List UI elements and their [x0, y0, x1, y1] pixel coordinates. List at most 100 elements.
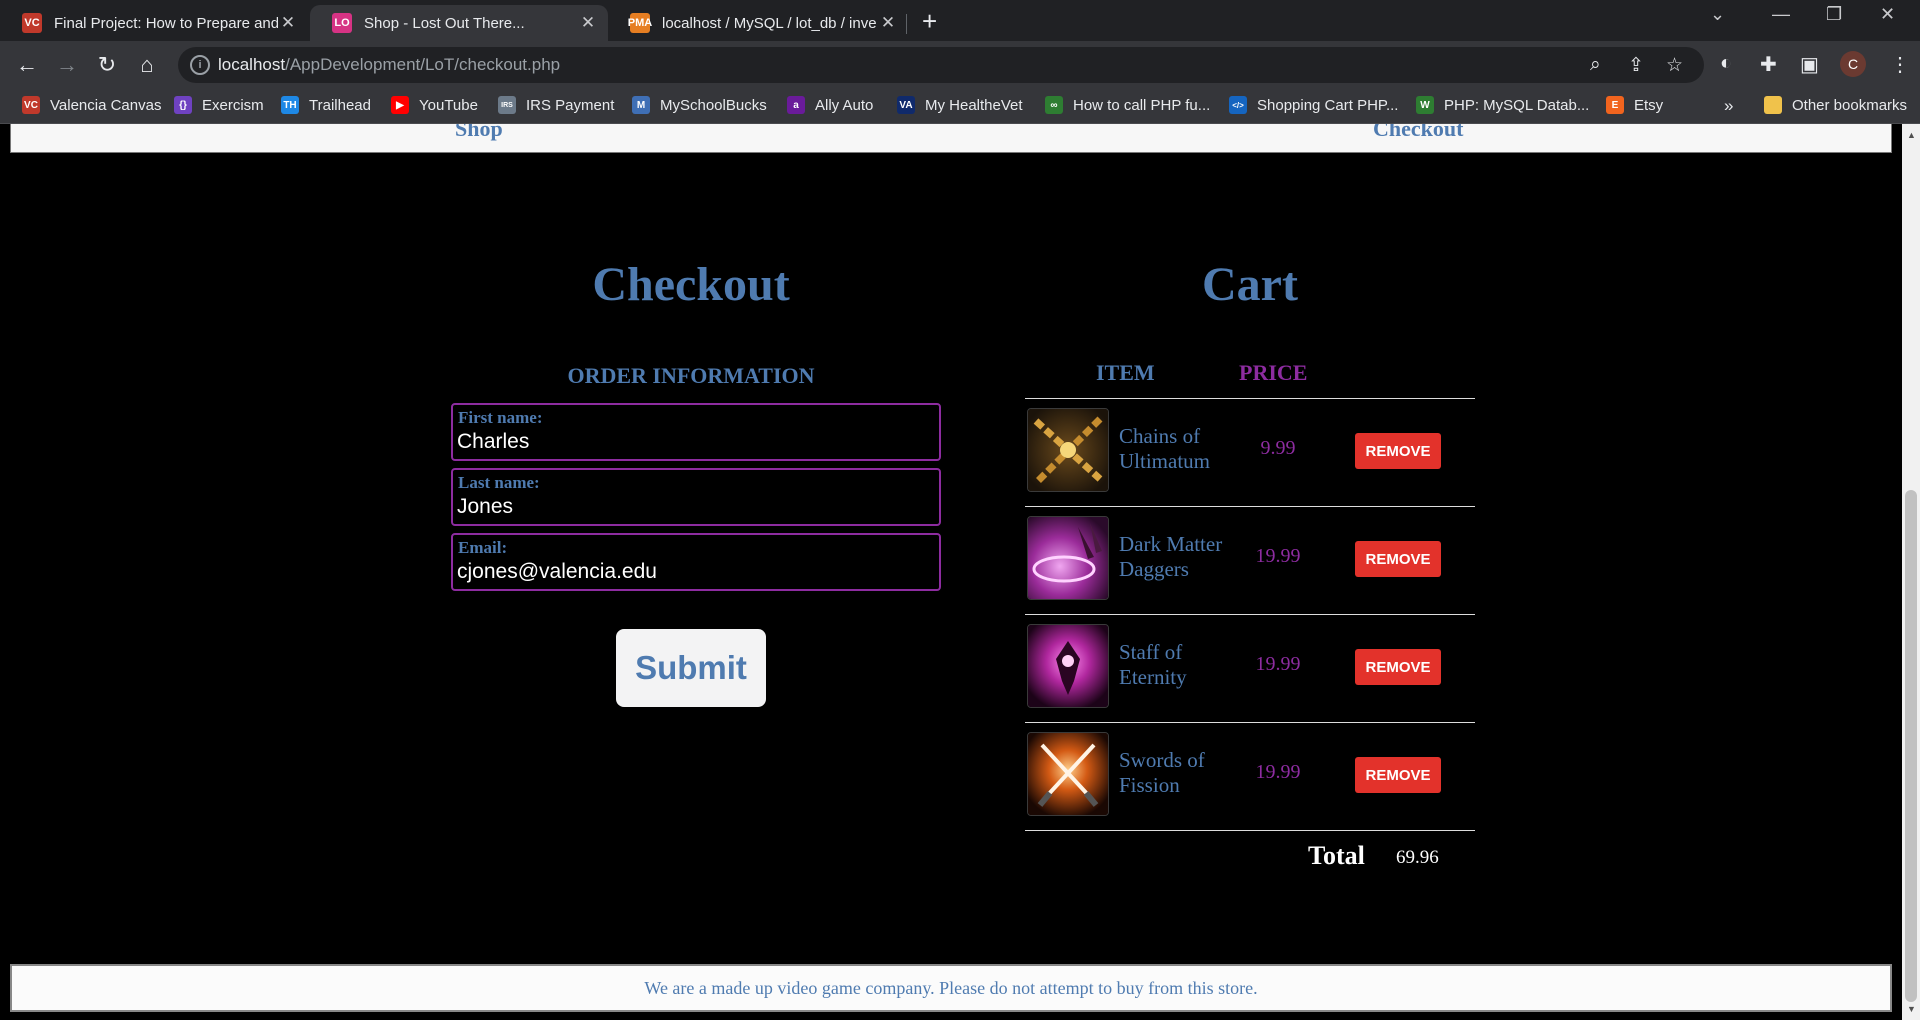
first-name-label: First name: — [458, 408, 543, 427]
profile-avatar[interactable]: C — [1840, 51, 1866, 77]
cart-total-label: Total — [1308, 841, 1365, 870]
last-name-input[interactable] — [457, 494, 927, 520]
bookmarks-overflow-chevron-icon[interactable]: » — [1724, 96, 1733, 116]
cart-row: Chains of Ultimatum 9.99 REMOVE — [1025, 399, 1475, 505]
trailhead-icon: TH — [281, 96, 299, 114]
staff-icon — [1027, 624, 1109, 708]
tab-title: Final Project: How to Prepare and — [54, 14, 278, 32]
window-close-icon[interactable]: ✕ — [1880, 4, 1895, 25]
share-icon[interactable]: ⇪ — [1628, 54, 1644, 77]
tab-shop[interactable]: LO Shop - Lost Out There... ✕ — [310, 5, 608, 41]
cart-item-name: Swords of Fission — [1119, 748, 1205, 797]
bookmark-youtube[interactable]: ▶ YouTube — [391, 96, 478, 114]
other-bookmarks[interactable]: Other bookmarks — [1764, 96, 1907, 114]
home-icon[interactable]: ⌂ — [133, 51, 161, 79]
scrollbar-thumb[interactable] — [1905, 490, 1917, 1002]
browser-tab-strip: VC Final Project: How to Prepare and ✕ L… — [0, 0, 1920, 41]
cart-item-name: Chains of Ultimatum — [1119, 424, 1210, 473]
cart-row: Dark Matter Daggers 19.99 REMOVE — [1025, 507, 1475, 613]
phpmyadmin-favicon-icon: PMA — [628, 13, 652, 33]
close-icon[interactable]: ✕ — [278, 13, 298, 33]
first-name-input[interactable] — [457, 429, 927, 455]
bookmark-php-mysql[interactable]: W PHP: MySQL Datab... — [1416, 96, 1589, 114]
email-input[interactable] — [457, 559, 927, 585]
nav-link-shop[interactable]: Shop — [455, 124, 503, 142]
minimize-icon[interactable]: — — [1772, 4, 1790, 25]
close-icon[interactable]: ✕ — [878, 13, 898, 33]
cart-column-item: ITEM — [1096, 360, 1155, 385]
daggers-icon — [1027, 516, 1109, 600]
chains-icon — [1027, 408, 1109, 492]
bookmark-trailhead[interactable]: TH Trailhead — [281, 96, 371, 114]
side-panel-icon[interactable]: ▣ — [1800, 52, 1819, 77]
bookmark-star-icon[interactable]: ☆ — [1666, 54, 1683, 77]
cart-item-name: Dark Matter Daggers — [1119, 532, 1223, 581]
canvas-icon: VC — [22, 96, 40, 114]
site-navbar: Shop Checkout — [10, 124, 1892, 153]
address-bar[interactable]: i localhost/AppDevelopment/LoT/checkout.… — [178, 47, 1704, 83]
cart-total-value: 69.96 — [1396, 847, 1439, 868]
remove-button[interactable]: REMOVE — [1355, 541, 1441, 577]
scroll-up-arrow-icon[interactable]: ▲ — [1907, 130, 1916, 140]
cart-divider — [1025, 830, 1475, 831]
bookmark-ally-auto[interactable]: a Ally Auto — [787, 96, 873, 114]
reload-icon[interactable]: ↻ — [93, 51, 121, 79]
extensions-puzzle-icon[interactable]: ✚ — [1760, 52, 1777, 77]
cart-heading: Cart — [1202, 258, 1298, 311]
bookmark-irs-payment[interactable]: IRS IRS Payment — [498, 96, 614, 114]
close-icon[interactable]: ✕ — [578, 13, 598, 33]
youtube-icon: ▶ — [391, 96, 409, 114]
tab-title: localhost / MySQL / lot_db / inve — [662, 14, 877, 32]
forward-arrow-icon[interactable]: → — [53, 51, 81, 79]
bookmark-my-healthevet[interactable]: VA My HealtheVet — [897, 96, 1023, 114]
page-scrollbar[interactable]: ▲ ▼ — [1902, 124, 1920, 1020]
tab-search-chevron-icon[interactable]: ⌄ — [1710, 4, 1725, 25]
tab-phpmyadmin[interactable]: PMA localhost / MySQL / lot_db / inve ✕ — [608, 5, 908, 41]
url-text[interactable]: localhost/AppDevelopment/LoT/checkout.ph… — [218, 55, 560, 75]
remove-button[interactable]: REMOVE — [1355, 757, 1441, 793]
tab-divider — [906, 14, 907, 34]
bookmark-etsy[interactable]: E Etsy — [1606, 96, 1663, 114]
checkout-heading: Checkout — [592, 258, 790, 311]
order-information-heading: ORDER INFORMATION — [567, 363, 815, 388]
swords-icon — [1027, 732, 1109, 816]
cart-item-price: 19.99 — [1255, 653, 1301, 675]
tab-canvas[interactable]: VC Final Project: How to Prepare and ✕ — [0, 5, 308, 41]
restore-icon[interactable]: ❐ — [1826, 4, 1842, 25]
bookmark-shopping-cart-php[interactable]: </> Shopping Cart PHP... — [1229, 96, 1398, 114]
last-name-field: Last name: — [451, 468, 941, 526]
last-name-label: Last name: — [458, 473, 540, 492]
site-info-icon[interactable]: i — [190, 55, 210, 75]
cart-item-price: 19.99 — [1255, 545, 1301, 567]
remove-button[interactable]: REMOVE — [1355, 649, 1441, 685]
myschoolbucks-icon: M — [632, 96, 650, 114]
more-menu-icon[interactable]: ⋮ — [1890, 52, 1910, 77]
footer-text: We are a made up video game company. Ple… — [644, 978, 1258, 998]
etsy-icon: E — [1606, 96, 1624, 114]
bookmark-valencia-canvas[interactable]: VC Valencia Canvas — [22, 96, 161, 114]
nav-link-checkout[interactable]: Checkout — [1373, 124, 1463, 142]
ally-icon: a — [787, 96, 805, 114]
shop-favicon-icon: LO — [332, 13, 352, 33]
new-tab-plus-icon[interactable]: + — [922, 8, 937, 34]
canvas-favicon-icon: VC — [22, 13, 42, 33]
page-viewport: Shop Checkout Checkout ORDER INFORMATION… — [0, 124, 1902, 1020]
bookmark-myschoolbucks[interactable]: M MySchoolBucks — [632, 96, 767, 114]
email-label: Email: — [458, 538, 508, 557]
irs-icon: IRS — [498, 96, 516, 114]
zoom-icon[interactable]: ⌕ — [1590, 54, 1601, 76]
folder-icon — [1764, 96, 1782, 114]
scroll-down-arrow-icon[interactable]: ▼ — [1907, 1004, 1916, 1014]
remove-button[interactable]: REMOVE — [1355, 433, 1441, 469]
link-icon: ∞ — [1045, 96, 1063, 114]
cart-item-name: Staff of Eternity — [1119, 640, 1187, 689]
bookmark-exercism[interactable]: {} Exercism — [174, 96, 264, 114]
bookmark-how-to-call-php[interactable]: ∞ How to call PHP fu... — [1045, 96, 1210, 114]
back-arrow-icon[interactable]: ← — [13, 51, 41, 79]
w3schools-icon: W — [1416, 96, 1434, 114]
va-icon: VA — [897, 96, 915, 114]
exercism-icon: {} — [174, 96, 192, 114]
cart-item-price: 9.99 — [1260, 437, 1296, 459]
dark-reader-extension-icon[interactable]: ◐ — [1720, 52, 1732, 75]
submit-button[interactable]: Submit — [616, 629, 766, 707]
